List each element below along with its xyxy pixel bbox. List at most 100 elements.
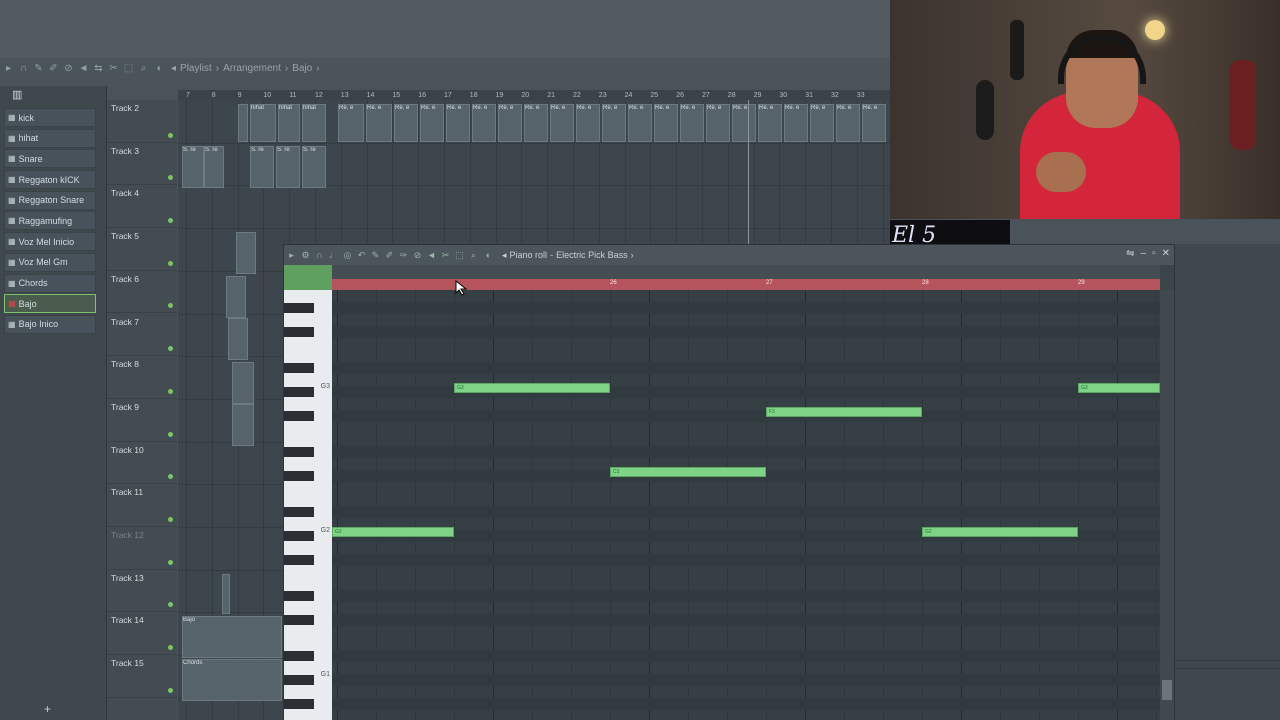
note[interactable]: G2: [332, 527, 454, 537]
pattern-clip[interactable]: Re. e: [784, 104, 808, 142]
paint-icon[interactable]: ✐: [47, 62, 60, 75]
piano-roll-overview[interactable]: [332, 265, 1160, 279]
track-enable-led[interactable]: [168, 346, 173, 352]
pattern-clip[interactable]: Re. e: [706, 104, 730, 142]
pattern-clip[interactable]: Re. e: [550, 104, 574, 142]
pattern-item[interactable]: ▦ Chords: [4, 273, 96, 293]
pattern-item-selected[interactable]: ▦ Bajo: [4, 294, 96, 314]
brush-icon[interactable]: ✑: [397, 249, 410, 262]
track-enable-led[interactable]: [168, 474, 173, 480]
pattern-item[interactable]: ▦ hihat: [4, 128, 96, 148]
pattern-clip[interactable]: S. re: [250, 146, 274, 188]
track-header[interactable]: Track 9: [107, 399, 177, 442]
pattern-clip[interactable]: [222, 574, 230, 614]
pattern-clip[interactable]: Re. e: [602, 104, 626, 142]
zoom-icon[interactable]: ⌕: [137, 62, 150, 75]
pattern-clip[interactable]: Re. e: [446, 104, 470, 142]
black-key[interactable]: [284, 507, 314, 517]
playback-icon[interactable]: ◖: [152, 62, 165, 75]
maximize-icon[interactable]: ▫: [1152, 248, 1156, 259]
breadcrumb-item[interactable]: Bajo: [292, 63, 312, 74]
track-enable-led[interactable]: [168, 687, 173, 693]
pattern-clip[interactable]: Re. e: [758, 104, 782, 142]
pattern-item[interactable]: ▦ Snare: [4, 149, 96, 169]
magnet-icon[interactable]: ∩: [17, 62, 30, 75]
pattern-clip[interactable]: [232, 362, 254, 404]
piano-roll-titlebar[interactable]: ▸ ⚙ ∩ ♩ ◎ ↶ ✎ ✐ ✑ ⊘ ◄ ✂ ⬚ ⌕ ◖ ◂ Piano ro…: [284, 245, 1174, 265]
pattern-clip[interactable]: Re. e: [628, 104, 652, 142]
pattern-clip[interactable]: hihat: [278, 104, 300, 142]
pattern-clip[interactable]: S. re: [204, 146, 224, 188]
zoom-icon[interactable]: ⌕: [467, 249, 480, 262]
pattern-clip[interactable]: S. re: [182, 146, 204, 188]
track-header[interactable]: Track 14: [107, 612, 177, 656]
note[interactable]: C3: [610, 467, 766, 477]
pattern-clip[interactable]: [236, 232, 256, 274]
delete-icon[interactable]: ⊘: [62, 62, 75, 75]
track-header[interactable]: Track 2: [107, 100, 177, 143]
pattern-clip[interactable]: Re. e: [732, 104, 756, 142]
track-enable-led[interactable]: [168, 388, 173, 394]
note[interactable]: G3: [454, 383, 610, 393]
track-header[interactable]: Track 10: [107, 442, 177, 485]
pattern-clip[interactable]: Re. e: [576, 104, 600, 142]
pattern-clip[interactable]: Re. e: [366, 104, 392, 142]
track-enable-led[interactable]: [168, 260, 173, 266]
pattern-clip-bajo[interactable]: Bajo: [182, 616, 282, 658]
select-icon[interactable]: ⬚: [122, 62, 135, 75]
piano-roll-grid[interactable]: G2 G3 C3 F3 G2 G3: [332, 290, 1160, 720]
track-header[interactable]: Track 12: [107, 527, 177, 570]
pattern-clip[interactable]: S. re: [302, 146, 326, 188]
pattern-clip[interactable]: Re. e: [836, 104, 860, 142]
play-arrow-icon[interactable]: ▸: [285, 249, 298, 262]
pattern-item[interactable]: ▦ Bajo Inico: [4, 314, 96, 334]
track-header[interactable]: Track 5: [107, 228, 177, 271]
piano-keyboard[interactable]: G3 G2 G1: [284, 290, 332, 720]
pattern-clip[interactable]: [238, 104, 248, 142]
select-icon[interactable]: ⬚: [453, 249, 466, 262]
note[interactable]: F3: [766, 407, 922, 417]
delete-icon[interactable]: ⊘: [411, 249, 424, 262]
black-key[interactable]: [284, 555, 314, 565]
pattern-clip[interactable]: Re. e: [338, 104, 364, 142]
black-key[interactable]: [284, 531, 314, 541]
black-key[interactable]: [284, 651, 314, 661]
pattern-clip[interactable]: Re. e: [524, 104, 548, 142]
undo-icon[interactable]: ↶: [355, 249, 368, 262]
black-key[interactable]: [284, 387, 314, 397]
black-key[interactable]: [284, 675, 314, 685]
pattern-clip[interactable]: Re. e: [420, 104, 444, 142]
black-key[interactable]: [284, 363, 314, 373]
pattern-clip[interactable]: [232, 404, 254, 446]
track-enable-led[interactable]: [168, 645, 173, 651]
track-enable-led[interactable]: [168, 516, 173, 522]
pattern-clip[interactable]: S. re: [276, 146, 300, 188]
slip-icon[interactable]: ⇆: [92, 62, 105, 75]
track-header[interactable]: Track 6: [107, 271, 177, 314]
piano-roll-corner[interactable]: [284, 265, 332, 290]
target-icon[interactable]: ◎: [341, 249, 354, 262]
add-pattern-button[interactable]: +: [44, 702, 51, 716]
pattern-clip[interactable]: hihat: [250, 104, 276, 142]
black-key[interactable]: [284, 471, 314, 481]
track-enable-led[interactable]: [168, 132, 173, 138]
black-key[interactable]: [284, 303, 314, 313]
pattern-clip[interactable]: Re. e: [654, 104, 678, 142]
pattern-clip[interactable]: Re. e: [394, 104, 418, 142]
mute-icon[interactable]: ◄: [77, 62, 90, 75]
black-key[interactable]: [284, 327, 314, 337]
piano-icon[interactable]: ▥: [0, 86, 106, 102]
close-icon[interactable]: ✕: [1162, 248, 1170, 259]
note[interactable]: G3: [1078, 383, 1160, 393]
mute-icon[interactable]: ◄: [425, 249, 438, 262]
track-header[interactable]: Track 4: [107, 185, 177, 229]
track-header[interactable]: Track 3: [107, 143, 177, 186]
note-icon[interactable]: ♩: [327, 249, 340, 262]
pattern-clip-chords[interactable]: Chords: [182, 659, 282, 701]
pattern-clip[interactable]: [228, 318, 248, 360]
paint-icon[interactable]: ✐: [383, 249, 396, 262]
speaker-icon[interactable]: ◖: [481, 249, 494, 262]
pattern-clip[interactable]: Re. e: [862, 104, 886, 142]
pattern-item[interactable]: ▦ Raggamufing: [4, 211, 96, 231]
instrument-name[interactable]: Electric Pick Bass: [556, 250, 628, 260]
